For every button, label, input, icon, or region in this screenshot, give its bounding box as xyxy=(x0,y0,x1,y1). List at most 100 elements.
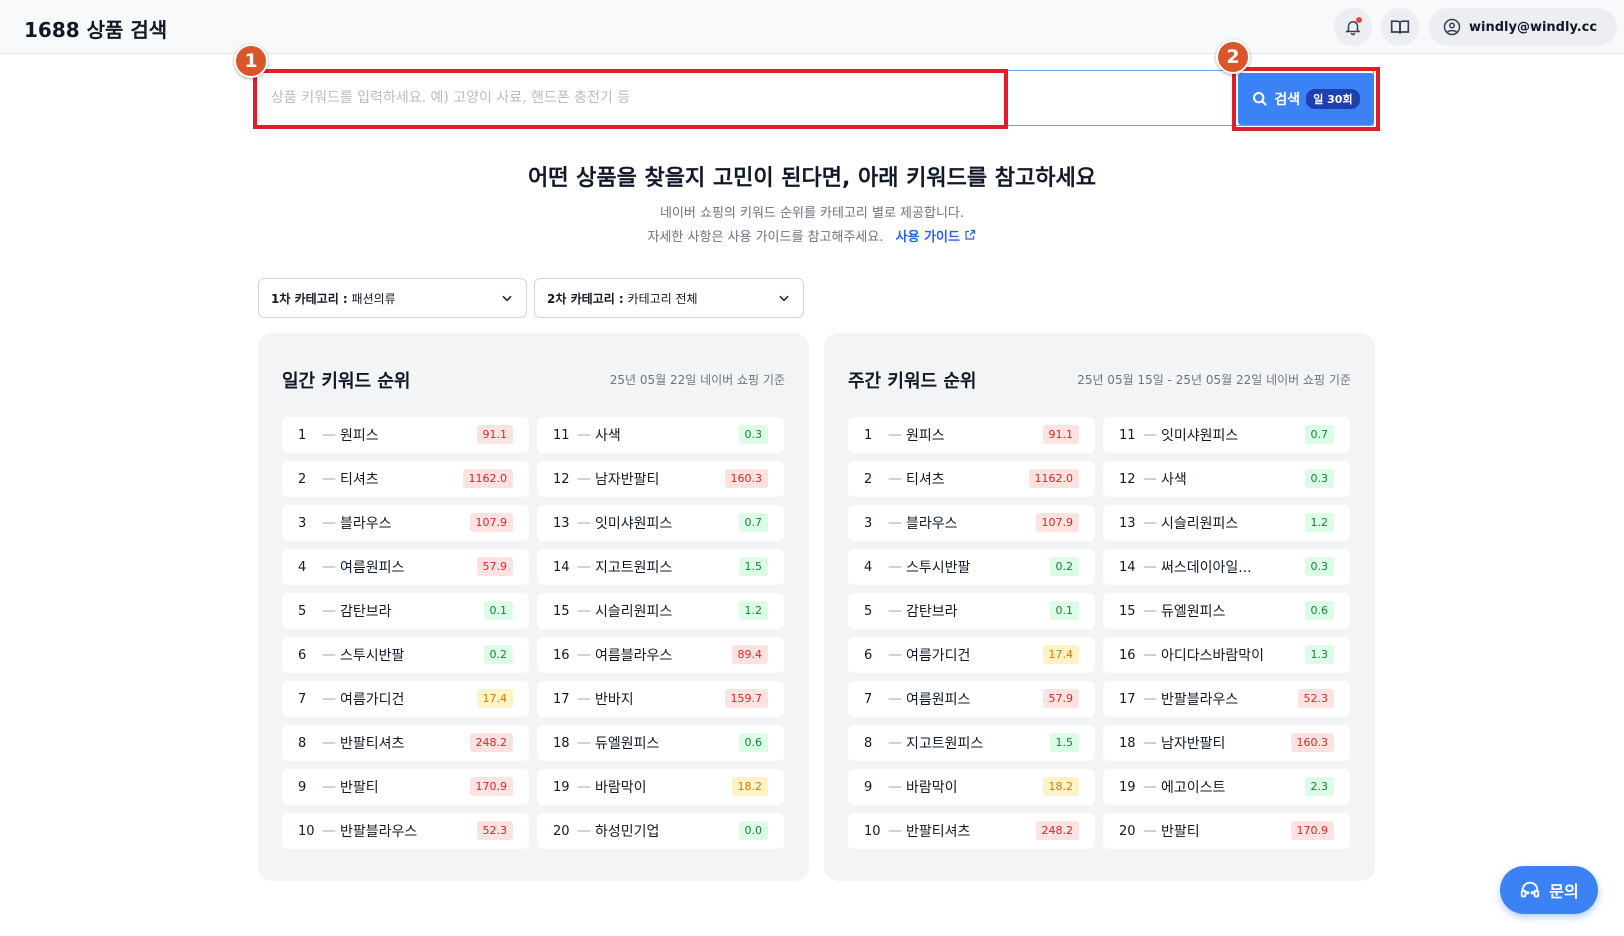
ranking-row[interactable]: 9 — 바람막이 18.2 xyxy=(848,769,1095,805)
ranking-row[interactable]: 14 — 지고트원피스 1.5 xyxy=(537,549,784,585)
rank-number: 18 xyxy=(1119,735,1136,751)
ranking-row[interactable]: 15 — 듀엘원피스 0.6 xyxy=(1103,593,1350,629)
rank-number: 3 xyxy=(864,515,873,531)
keyword-text: 원피스 xyxy=(906,428,945,444)
ranking-row[interactable]: 18 — 듀엘원피스 0.6 xyxy=(537,725,784,761)
ranking-row[interactable]: 8 — 지고트원피스 1.5 xyxy=(848,725,1095,761)
ranking-row[interactable]: 17 — 반팔블라우스 52.3 xyxy=(1103,681,1350,717)
competition-badge: 91.1 xyxy=(476,425,513,444)
competition-badge: 52.3 xyxy=(476,821,513,840)
ranking-row[interactable]: 11 — 사색 0.3 xyxy=(537,417,784,453)
rank-change-dash: — xyxy=(1143,823,1157,839)
rank-number: 10 xyxy=(864,823,881,839)
ranking-row[interactable]: 1 — 원피스 91.1 xyxy=(282,417,529,453)
rank-number: 4 xyxy=(864,559,873,575)
competition-badge: 0.2 xyxy=(1049,557,1079,576)
keyword-text: 듀엘원피스 xyxy=(595,736,660,752)
ranking-row[interactable]: 10 — 반팔티셔츠 248.2 xyxy=(848,813,1095,849)
rank-change-dash: — xyxy=(322,823,336,839)
rank-change-dash: — xyxy=(322,559,336,575)
competition-badge: 1162.0 xyxy=(462,469,513,488)
rank-number: 6 xyxy=(298,647,307,663)
rank-number: 2 xyxy=(864,471,873,487)
competition-badge: 0.2 xyxy=(483,645,513,664)
guide-book-button[interactable] xyxy=(1381,8,1419,46)
keyword-text: 반팔블라우스 xyxy=(1161,692,1239,708)
ranking-row[interactable]: 5 — 감탄브라 0.1 xyxy=(848,593,1095,629)
chevron-down-icon xyxy=(779,295,789,302)
ranking-row[interactable]: 2 — 티셔츠 1162.0 xyxy=(282,461,529,497)
keyword-text: 반팔티셔츠 xyxy=(906,824,971,840)
rank-change-dash: — xyxy=(577,823,591,839)
rank-number: 4 xyxy=(298,559,307,575)
guide-link[interactable]: 사용 가이드 xyxy=(896,229,977,245)
weekly-ranking-title: 주간 키워드 순위 xyxy=(848,371,977,392)
category-1-select[interactable]: 1차 카테고리 : 패션의류 xyxy=(258,278,527,318)
ranking-row[interactable]: 3 — 블라우스 107.9 xyxy=(848,505,1095,541)
ranking-row[interactable]: 1 — 원피스 91.1 xyxy=(848,417,1095,453)
competition-badge: 0.6 xyxy=(1304,601,1334,620)
ranking-row[interactable]: 19 — 바람막이 18.2 xyxy=(537,769,784,805)
keyword-text: 하성민기업 xyxy=(595,824,660,840)
rank-change-dash: — xyxy=(1143,559,1157,575)
ranking-row[interactable]: 11 — 잇미샤원피스 0.7 xyxy=(1103,417,1350,453)
ranking-row[interactable]: 6 — 여름가디건 17.4 xyxy=(848,637,1095,673)
rank-number: 15 xyxy=(553,603,570,619)
ranking-row[interactable]: 18 — 남자반팔티 160.3 xyxy=(1103,725,1350,761)
keyword-text: 에고이스트 xyxy=(1161,780,1226,796)
rank-change-dash: — xyxy=(322,691,336,707)
ranking-row[interactable]: 3 — 블라우스 107.9 xyxy=(282,505,529,541)
notification-dot xyxy=(1356,17,1362,23)
ranking-row[interactable]: 19 — 에고이스트 2.3 xyxy=(1103,769,1350,805)
competition-badge: 0.3 xyxy=(1304,469,1334,488)
category-1-label: 1차 카테고리 : xyxy=(271,291,348,306)
rank-change-dash: — xyxy=(888,427,902,443)
ranking-row[interactable]: 10 — 반팔블라우스 52.3 xyxy=(282,813,529,849)
external-link-icon xyxy=(965,229,976,240)
rank-change-dash: — xyxy=(888,471,902,487)
rank-change-dash: — xyxy=(888,647,902,663)
rank-number: 6 xyxy=(864,647,873,663)
daily-ranking-date: 25년 05월 22일 네이버 쇼핑 기준 xyxy=(609,373,785,387)
competition-badge: 107.9 xyxy=(469,513,513,532)
ranking-row[interactable]: 14 — 써스데이아일... 0.3 xyxy=(1103,549,1350,585)
ranking-row[interactable]: 9 — 반팔티 170.9 xyxy=(282,769,529,805)
ranking-row[interactable]: 20 — 반팔티 170.9 xyxy=(1103,813,1350,849)
keyword-text: 사색 xyxy=(595,428,621,444)
rank-change-dash: — xyxy=(888,559,902,575)
ranking-row[interactable]: 12 — 사색 0.3 xyxy=(1103,461,1350,497)
ranking-row[interactable]: 8 — 반팔티셔츠 248.2 xyxy=(282,725,529,761)
rank-number: 16 xyxy=(1119,647,1136,663)
category-2-select[interactable]: 2차 카테고리 : 카테고리 전체 xyxy=(534,278,804,318)
notifications-button[interactable] xyxy=(1334,8,1372,46)
daily-ranking-column-1: 1— 원피스 91.1 2— 티셔츠 1162.0 3— 블라우스 107.9 4— 여름원피스 57… xyxy=(282,417,529,857)
rank-number: 16 xyxy=(553,647,570,663)
ranking-row[interactable]: 5 — 감탄브라 0.1 xyxy=(282,593,529,629)
ranking-row[interactable]: 7 — 여름원피스 57.9 xyxy=(848,681,1095,717)
ranking-row[interactable]: 4 — 여름원피스 57.9 xyxy=(282,549,529,585)
ranking-row[interactable]: 17 — 반바지 159.7 xyxy=(537,681,784,717)
rank-change-dash: — xyxy=(1143,735,1157,751)
rank-change-dash: — xyxy=(577,647,591,663)
ranking-row[interactable]: 12 — 남자반팔티 160.3 xyxy=(537,461,784,497)
ranking-row[interactable]: 15 — 시슬리원피스 1.2 xyxy=(537,593,784,629)
ranking-row[interactable]: 13 — 시슬리원피스 1.2 xyxy=(1103,505,1350,541)
ranking-row[interactable]: 4 — 스투시반팔 0.2 xyxy=(848,549,1095,585)
ranking-row[interactable]: 16 — 여름블라우스 89.4 xyxy=(537,637,784,673)
competition-badge: 52.3 xyxy=(1297,689,1334,708)
ranking-row[interactable]: 16 — 아디다스바람막이 1.3 xyxy=(1103,637,1350,673)
daily-ranking-title: 일간 키워드 순위 xyxy=(282,371,411,392)
keyword-text: 여름가디건 xyxy=(906,648,971,664)
rank-number: 2 xyxy=(298,471,307,487)
keyword-text: 바람막이 xyxy=(906,780,958,796)
ranking-row[interactable]: 7 — 여름가디건 17.4 xyxy=(282,681,529,717)
ranking-row[interactable]: 20 — 하성민기업 0.0 xyxy=(537,813,784,849)
user-account-button[interactable]: windly@windly.cc xyxy=(1429,8,1617,46)
ranking-row[interactable]: 2 — 티셔츠 1162.0 xyxy=(848,461,1095,497)
rank-number: 14 xyxy=(553,559,570,575)
rank-change-dash: — xyxy=(322,647,336,663)
contact-button[interactable]: 문의 xyxy=(1500,866,1598,914)
rank-change-dash: — xyxy=(577,515,591,531)
ranking-row[interactable]: 13 — 잇미샤원피스 0.7 xyxy=(537,505,784,541)
ranking-row[interactable]: 6 — 스투시반팔 0.2 xyxy=(282,637,529,673)
